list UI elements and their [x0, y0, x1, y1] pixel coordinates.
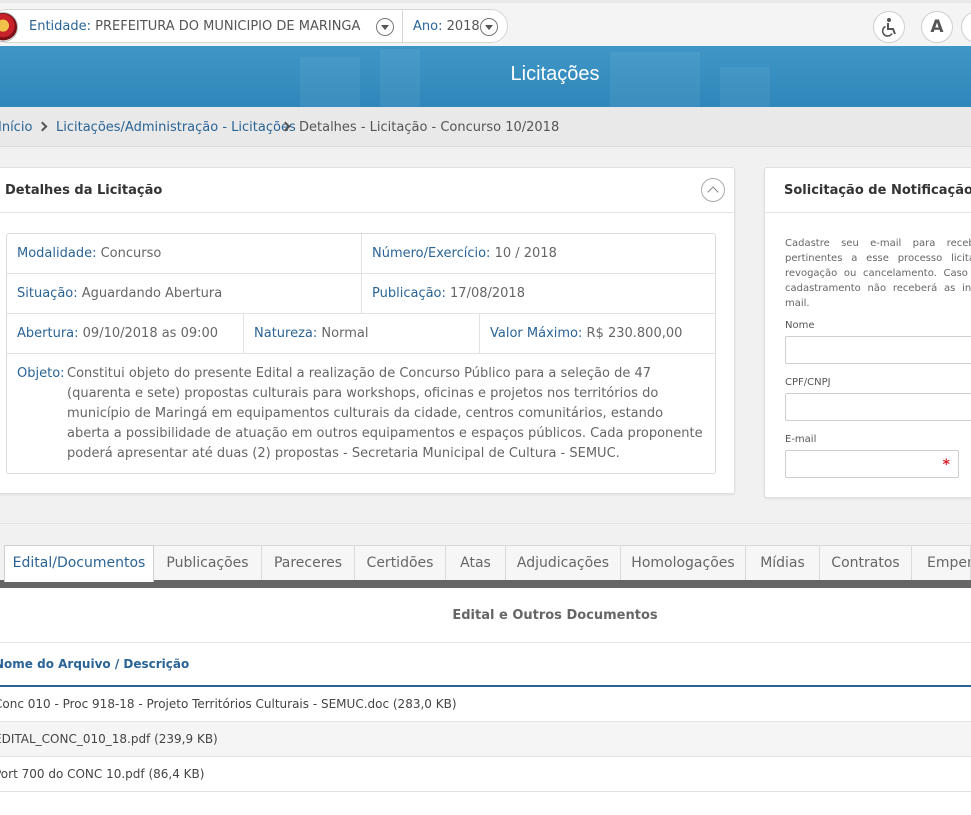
breadcrumb-current: Detalhes - Licitação - Concurso 10/2018: [299, 120, 560, 135]
modalidade-field: Modalidade: Concurso: [17, 246, 161, 261]
tab-empenhos[interactable]: Empen: [911, 545, 971, 581]
valor-label: Valor Máximo:: [490, 326, 583, 341]
entidade-select[interactable]: Entidade: PREFEITURA DO MUNICIPIO DE MAR…: [29, 19, 360, 34]
numero-field: Número/Exercício: 10 / 2018: [372, 246, 557, 261]
table-row[interactable]: Conc 010 - Proc 918-18 - Projeto Territó…: [0, 687, 971, 722]
numero-label: Número/Exercício:: [372, 246, 491, 261]
objeto-field: Objeto: Constitui objeto do presente Edi…: [17, 364, 707, 464]
natureza-field: Natureza: Normal: [254, 326, 368, 341]
publicacao-value: 17/08/2018: [450, 286, 525, 301]
ano-select[interactable]: Ano: 2018: [413, 19, 480, 34]
abertura-label: Abertura:: [17, 326, 79, 341]
nome-input[interactable]: [785, 336, 971, 364]
chevron-right-icon: [37, 121, 48, 132]
email-input[interactable]: *: [785, 450, 959, 478]
entidade-value: PREFEITURA DO MUNICIPIO DE MARINGA: [95, 19, 361, 34]
nome-label: Nome: [785, 320, 815, 331]
notification-panel: Solicitação de Notificação Cadastre seu …: [764, 167, 971, 498]
breadcrumb-licitacoes[interactable]: Licitações/Administração - Licitações: [56, 120, 296, 135]
abertura-field: Abertura: 09/10/2018 as 09:00: [17, 326, 218, 341]
tab-adjudicacoes[interactable]: Adjudicações: [505, 545, 621, 581]
entidade-label: Entidade:: [29, 19, 92, 34]
tab-certidoes[interactable]: Certidões: [354, 545, 446, 581]
situacao-field: Situação: Aguardando Abertura: [17, 286, 222, 301]
page-title: Licitações: [510, 63, 600, 85]
natureza-value: Normal: [321, 326, 369, 341]
tab-edital-documentos[interactable]: Edital/Documentos: [4, 545, 154, 582]
documents-divider: [0, 642, 971, 643]
modalidade-label: Modalidade:: [17, 246, 97, 261]
font-size-button[interactable]: A: [921, 11, 953, 43]
tab-publicacoes[interactable]: Publicações: [153, 545, 262, 581]
doc-link[interactable]: Port 700 do CONC 10.pdf (86,4 KB): [0, 767, 204, 781]
cpf-input[interactable]: [785, 393, 971, 421]
ano-label: Ano:: [413, 19, 443, 34]
notification-title: Solicitação de Notificação: [784, 183, 971, 198]
selector-divider: [402, 10, 403, 43]
column-header-arquivo: Nome do Arquivo / Descrição: [0, 657, 190, 671]
chevron-down-icon[interactable]: [480, 18, 498, 36]
publicacao-field: Publicação: 17/08/2018: [372, 286, 525, 301]
table-row[interactable]: Port 700 do CONC 10.pdf (86,4 KB): [0, 757, 971, 792]
details-title: Detalhes da Licitação: [5, 183, 163, 198]
doc-link[interactable]: EDITAL_CONC_010_18.pdf (239,9 KB): [0, 732, 218, 746]
ano-value: 2018: [446, 19, 480, 34]
required-mark: *: [942, 457, 950, 473]
situacao-label: Situação:: [17, 286, 78, 301]
table-row[interactable]: EDITAL_CONC_010_18.pdf (239,9 KB): [0, 722, 971, 757]
tab-contratos[interactable]: Contratos: [819, 545, 912, 581]
breadcrumb-home[interactable]: Início: [0, 120, 32, 135]
situacao-value: Aguardando Abertura: [81, 286, 223, 301]
doc-link[interactable]: Conc 010 - Proc 918-18 - Projeto Territó…: [0, 697, 457, 711]
tab-homologacoes[interactable]: Homologações: [620, 545, 746, 581]
natureza-label: Natureza:: [254, 326, 318, 341]
valor-value: R$ 230.800,00: [586, 326, 683, 341]
accessibility-icon: [881, 18, 896, 37]
contrast-button[interactable]: [961, 11, 971, 43]
objeto-value: Constitui objeto do presente Edital a re…: [67, 366, 703, 461]
documents-section: Edital e Outros Documentos Nome do Arqui…: [0, 588, 971, 815]
chevron-down-icon[interactable]: [376, 18, 394, 36]
panel-divider: [765, 212, 971, 213]
tab-pareceres[interactable]: Pareceres: [261, 545, 355, 581]
top-bar: Entidade: PREFEITURA DO MUNICIPIO DE MAR…: [0, 0, 971, 46]
email-label: E-mail: [785, 434, 817, 445]
accessibility-button[interactable]: [873, 11, 905, 43]
publicacao-label: Publicação:: [372, 286, 446, 301]
valor-field: Valor Máximo: R$ 230.800,00: [490, 326, 682, 341]
documents-title: Edital e Outros Documentos: [452, 608, 658, 623]
details-table: Modalidade: Concurso Número/Exercício: 1…: [6, 233, 716, 474]
numero-value: 10 / 2018: [494, 246, 557, 261]
breadcrumb: Início Licitações/Administração - Licita…: [0, 107, 971, 147]
notification-text: Cadastre seu e-mail para receber pertine…: [785, 238, 971, 309]
tab-atas[interactable]: Atas: [445, 545, 506, 581]
modalidade-value: Concurso: [100, 246, 162, 261]
chevron-up-icon[interactable]: [701, 178, 725, 202]
cpf-label: CPF/CNPJ: [785, 377, 831, 388]
panel-divider: [0, 212, 734, 213]
abertura-value: 09/10/2018 as 09:00: [82, 326, 219, 341]
tab-midias[interactable]: Mídias: [745, 545, 820, 581]
page-banner: Licitações: [0, 46, 971, 107]
details-panel: Detalhes da Licitação Modalidade: Concur…: [0, 167, 735, 494]
objeto-label: Objeto:: [17, 366, 65, 381]
